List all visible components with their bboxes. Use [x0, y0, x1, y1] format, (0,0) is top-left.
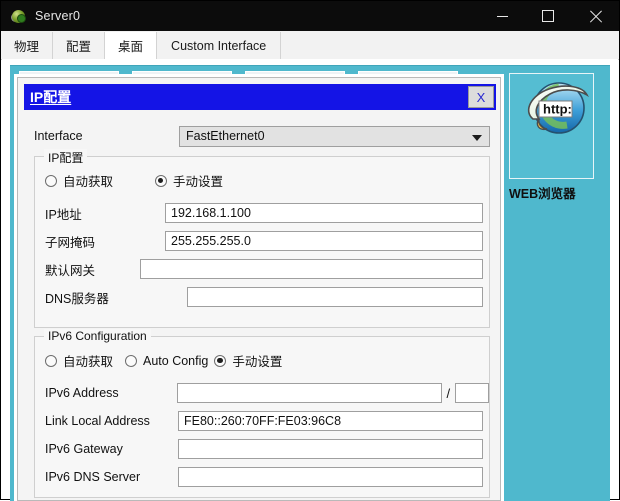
ipv4-mode-radios: 自动获取 手动设置 [35, 171, 489, 190]
tab-config[interactable]: 配置 [53, 32, 106, 59]
interface-dropdown[interactable]: FastEthernet0 [179, 125, 490, 147]
ipv4-subnet-label: 子网掩码 [45, 235, 96, 250]
ipv6-prefix-input[interactable] [455, 383, 489, 403]
window-title: Server0 [35, 9, 81, 23]
interface-value: FastEthernet0 [186, 129, 265, 143]
interface-label: Interface [34, 129, 83, 143]
maximize-button[interactable] [525, 1, 571, 31]
ipv4-subnet-value: 255.255.255.0 [171, 234, 251, 248]
ipv4-address-input[interactable]: 192.168.1.100 [165, 203, 483, 223]
ip-configuration-dialog: IP配置 X Interface FastEthernet0 IP配置 自动获取… [17, 77, 501, 501]
ipv6-gateway-row: IPv6 Gateway [35, 439, 489, 459]
ipv4-subnet-input[interactable]: 255.255.255.0 [165, 231, 483, 251]
ipv6-address-label: IPv6 Address [45, 386, 119, 400]
ipv6-link-local-row: Link Local Address FE80::260:70FF:FE03:9… [35, 411, 489, 431]
ipv6-dhcp-label: 自动获取 [63, 355, 114, 369]
tab-desktop[interactable]: 桌面 [105, 32, 158, 60]
ipv4-subnet-row: 子网掩码 255.255.255.0 [35, 231, 489, 251]
ipv6-link-local-label: Link Local Address [45, 414, 150, 428]
tab-custom-interface[interactable]: Custom Interface [157, 32, 282, 59]
ipv6-mode-radios: 自动获取 Auto Config 手动设置 [35, 351, 489, 370]
ipv4-address-label: IP地址 [45, 207, 82, 222]
ipv6-dns-input[interactable] [178, 467, 483, 487]
ipv6-address-row: IPv6 Address / [35, 383, 489, 403]
web-browser-globe-icon: http: [527, 82, 589, 134]
tab-bar: 物理 配置 桌面 Custom Interface [1, 31, 619, 60]
close-icon [589, 10, 602, 23]
maximize-icon [542, 10, 554, 22]
ipv6-group-title: IPv6 Configuration [44, 329, 151, 343]
ipv4-dns-label: DNS服务器 [45, 291, 109, 306]
ipv6-dhcp-radio[interactable] [45, 354, 57, 367]
ipv6-prefix-separator: / [446, 385, 451, 401]
ipv4-dhcp-label: 自动获取 [63, 175, 114, 189]
ipv6-gateway-label: IPv6 Gateway [45, 442, 123, 456]
ipv6-static-radio[interactable] [214, 354, 227, 367]
minimize-button[interactable] [479, 1, 525, 31]
ipv4-gateway-label: 默认网关 [45, 263, 96, 278]
ipv6-link-local-value: FE80::260:70FF:FE03:96C8 [184, 414, 342, 428]
ipv4-gateway-input[interactable] [140, 259, 483, 279]
ipv4-dns-input[interactable] [187, 287, 483, 307]
ipv6-config-group: IPv6 Configuration 自动获取 Auto Config 手动设置… [34, 329, 490, 498]
interface-row: Interface FastEthernet0 [34, 125, 490, 147]
ipv4-static-radio[interactable] [155, 174, 168, 187]
ipv6-autoconfig-label: Auto Config [143, 353, 209, 368]
ipv4-gateway-row: 默认网关 [35, 259, 489, 279]
window-controls [479, 1, 619, 31]
minimize-icon [496, 15, 508, 17]
server-globe-icon [11, 8, 27, 24]
ipv6-link-local-input[interactable]: FE80::260:70FF:FE03:96C8 [178, 411, 483, 431]
packet-tracer-device-window: Server0 物理 配置 桌面 Custom Interface http: … [0, 0, 620, 501]
window-title-bar: Server0 [1, 1, 619, 31]
ipv6-dns-row: IPv6 DNS Server [35, 467, 489, 487]
ipv6-gateway-input[interactable] [178, 439, 483, 459]
ipv4-dhcp-radio[interactable] [45, 174, 57, 187]
ipv4-address-value: 192.168.1.100 [171, 206, 251, 220]
ipv6-address-input[interactable] [177, 383, 442, 403]
ipv6-dns-label: IPv6 DNS Server [45, 470, 141, 484]
ipv4-config-group: IP配置 自动获取 手动设置 IP地址 192.168.1.100 子网掩码 2… [34, 149, 490, 328]
close-button[interactable] [571, 1, 619, 31]
tab-physical[interactable]: 物理 [1, 32, 54, 59]
dialog-close-button[interactable]: X [468, 86, 494, 108]
ipv4-address-row: IP地址 192.168.1.100 [35, 203, 489, 223]
browser-icon-text: http: [543, 102, 572, 117]
ipv6-autoconfig-radio[interactable] [125, 354, 138, 367]
ipv4-dns-row: DNS服务器 [35, 287, 489, 307]
ipv4-static-label: 手动设置 [173, 175, 224, 189]
dialog-title: IP配置 [30, 89, 72, 105]
web-browser-label: WEB浏览器 [509, 187, 576, 201]
chevron-down-icon [472, 134, 482, 141]
dialog-title-bar: IP配置 X [24, 84, 496, 110]
ipv6-static-label: 手动设置 [232, 355, 283, 369]
ipv4-group-title: IP配置 [44, 149, 88, 166]
